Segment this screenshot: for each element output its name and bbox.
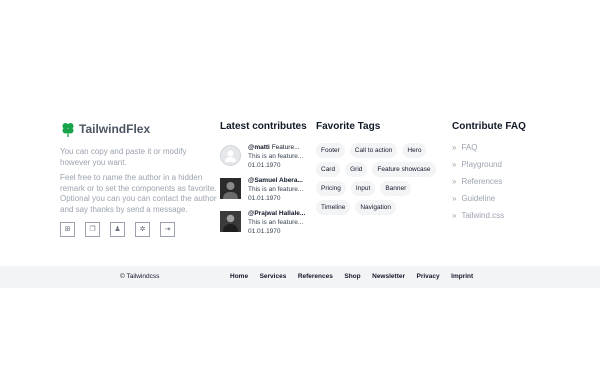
contribute-item[interactable]: @matti Feature... This is an feature... … xyxy=(220,144,310,177)
brand-logo[interactable]: TailwindFlex xyxy=(60,120,218,138)
nav-link-imprint[interactable]: Imprint xyxy=(451,266,473,288)
faq-link-guideline[interactable]: » Guideline xyxy=(452,193,552,210)
nav-link-home[interactable]: Home xyxy=(230,266,248,288)
social-links: ⊞ ❐ ♟ ✲ ⇥ xyxy=(60,222,218,237)
brand-author-note: Feel free to name the author in a hidden… xyxy=(60,173,217,214)
chevron-double-right-icon: » xyxy=(452,194,457,203)
tag-timeline[interactable]: Timeline xyxy=(316,200,351,215)
brand-description: You can copy and paste it or modify howe… xyxy=(60,147,187,167)
tag-grid[interactable]: Grid xyxy=(345,162,368,177)
avatar xyxy=(220,145,241,166)
faq-link-tailwind[interactable]: » Tailwind.css xyxy=(452,210,552,227)
tags-column: Favorite Tags Footer Call to action Hero… xyxy=(316,120,446,219)
faq-link-label: Playground xyxy=(461,160,502,169)
nav-link-privacy[interactable]: Privacy xyxy=(417,266,440,288)
chevron-double-right-icon: » xyxy=(452,211,457,220)
contribution-date: 01.01.1970 xyxy=(248,194,281,202)
contributes-title: Latest contributes xyxy=(220,121,307,132)
settings-icon[interactable]: ✲ xyxy=(135,222,150,237)
contributor-name: @Samuel Abera... xyxy=(248,177,303,184)
copy-icon[interactable]: ❐ xyxy=(85,222,100,237)
faq-link-label: Guideline xyxy=(461,194,496,203)
tags-title: Favorite Tags xyxy=(316,121,381,132)
tag-feature-showcase[interactable]: Feature showcase xyxy=(372,162,436,177)
contributor-name: @matti xyxy=(248,144,270,151)
contribution-message: This is an feature... xyxy=(248,152,304,160)
contribute-item[interactable]: @Samuel Abera... This is an feature... 0… xyxy=(220,177,310,210)
bottom-nav: Home Services References Shop Newsletter… xyxy=(230,266,485,288)
avatar xyxy=(220,178,241,199)
tag-hero[interactable]: Hero xyxy=(402,143,427,158)
faq-link-references[interactable]: » References xyxy=(452,176,552,193)
avatar xyxy=(220,211,241,232)
site-footer: TailwindFlex You can copy and paste it o… xyxy=(0,118,600,266)
faq-link-playground[interactable]: » Playground xyxy=(452,159,552,176)
contribute-item[interactable]: @Prajwal Hallale... This is an feature..… xyxy=(220,210,310,243)
tag-pricing[interactable]: Pricing xyxy=(316,181,346,196)
chevron-double-right-icon: » xyxy=(452,143,457,152)
contribution-date: 01.01.1970 xyxy=(248,227,281,235)
brand-column: TailwindFlex You can copy and paste it o… xyxy=(60,120,218,237)
login-icon[interactable]: ⇥ xyxy=(160,222,175,237)
contributor-name: @Prajwal Hallale... xyxy=(248,210,306,217)
faq-link-label: References xyxy=(461,177,503,186)
contribution-title: Feature... xyxy=(271,144,300,151)
faq-title: Contribute FAQ xyxy=(452,121,526,132)
contributes-list: @matti Feature... This is an feature... … xyxy=(220,144,310,243)
tag-card[interactable]: Card xyxy=(316,162,341,177)
tag-banner[interactable]: Banner xyxy=(380,181,412,196)
tag-navigation[interactable]: Navigation xyxy=(355,200,397,215)
contribution-message: This is an feature... xyxy=(248,185,304,193)
faq-links: » FAQ » Playground » References » Guideline … xyxy=(452,142,552,227)
chevron-double-right-icon: » xyxy=(452,177,457,186)
copyright-text: © Tailwindcss xyxy=(120,273,160,280)
nav-link-shop[interactable]: Shop xyxy=(344,266,360,288)
nav-link-services[interactable]: Services xyxy=(260,266,287,288)
faq-link-label: FAQ xyxy=(461,143,478,152)
tag-list: Footer Call to action Hero Card Grid Fea… xyxy=(316,143,446,219)
brand-name: TailwindFlex xyxy=(79,122,151,136)
globe-icon[interactable]: ⊞ xyxy=(60,222,75,237)
tag-footer[interactable]: Footer xyxy=(316,143,345,158)
bottom-bar: © Tailwindcss Home Services References S… xyxy=(0,266,600,288)
nav-link-references[interactable]: References xyxy=(298,266,333,288)
clover-icon xyxy=(60,121,76,137)
contributes-column: Latest contributes @matti Feature... Thi… xyxy=(220,120,310,243)
faq-link-label: Tailwind.css xyxy=(461,211,505,220)
user-icon[interactable]: ♟ xyxy=(110,222,125,237)
chevron-double-right-icon: » xyxy=(452,160,457,169)
contribution-message: This is an feature... xyxy=(248,218,304,226)
nav-link-newsletter[interactable]: Newsletter xyxy=(372,266,405,288)
tag-input[interactable]: Input xyxy=(350,181,376,196)
faq-link-faq[interactable]: » FAQ xyxy=(452,142,552,159)
contribution-date: 01.01.1970 xyxy=(248,161,281,169)
faq-column: Contribute FAQ » FAQ » Playground » Referen… xyxy=(452,120,552,227)
tag-call-to-action[interactable]: Call to action xyxy=(349,143,398,158)
